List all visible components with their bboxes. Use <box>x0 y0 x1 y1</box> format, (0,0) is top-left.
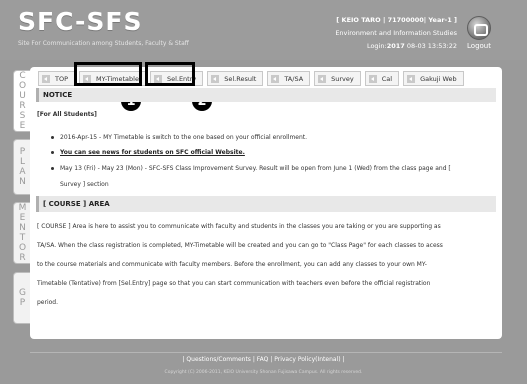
tab-letter: N <box>19 223 26 233</box>
highlight-my-timetable <box>74 62 142 86</box>
course-line: period. <box>37 299 59 306</box>
tab-letter: O <box>18 81 27 91</box>
highlight-sel-entry <box>145 62 195 86</box>
back-arrow-icon <box>407 74 416 83</box>
course-line: to the course materials and communicate … <box>37 261 427 268</box>
nav-label: Gakuji Web <box>420 74 457 83</box>
for-all-students-label: [For All Students] <box>37 111 97 118</box>
header: SFC-SFS Site For Communication among Stu… <box>0 0 527 60</box>
nav-label: Survey <box>331 74 354 83</box>
tab-letter: E <box>19 213 26 223</box>
tab-letter: S <box>19 111 26 121</box>
login-time: Login:2017 08-03 13:53:22 <box>366 42 457 50</box>
course-line: TA/SA. When the class registration is co… <box>37 242 443 249</box>
logout-label: Logout <box>467 42 491 50</box>
notice-item: May 13 (Fri) - May 23 (Mon) - SFC-SFS Cl… <box>51 163 500 190</box>
back-arrow-icon <box>211 74 220 83</box>
nav-top[interactable]: TOP <box>38 71 76 86</box>
footer-links[interactable]: | Questions/Comments | FAQ | Privacy Pol… <box>0 356 527 363</box>
course-line: Timetable (Tentative) from [Sel.Entry] p… <box>37 280 431 287</box>
tab-letter: U <box>19 91 26 101</box>
tab-letter: E <box>19 121 26 131</box>
tab-letter: O <box>18 243 27 253</box>
tab-letter: T <box>19 233 26 243</box>
nav-survey[interactable]: Survey <box>314 71 361 86</box>
nav-sel-result[interactable]: Sel.Result <box>207 71 264 86</box>
tab-letter: A <box>19 167 26 177</box>
footer-copyright: Copyright (C) 2006-2011, KEIO University… <box>164 370 363 375</box>
nav-gakuji-web[interactable]: Gakuji Web <box>403 71 464 86</box>
tab-letter: P <box>19 298 26 308</box>
site-subtitle: Site For Communication among Students, F… <box>18 40 189 47</box>
back-arrow-icon <box>318 74 327 83</box>
logout-icon <box>467 16 491 40</box>
tab-letter: N <box>19 177 26 187</box>
notice-item: 2016-Apr-15 - MY Timetable is switch to … <box>50 134 308 141</box>
side-tab-plan[interactable]: P L A N <box>13 139 31 195</box>
main-panel: TOP MY-Timetable Sel.Entry Sel.Result TA… <box>30 62 502 339</box>
side-tab-gp[interactable]: G P <box>13 272 31 324</box>
official-website-link[interactable]: You can see news for students on SFC off… <box>60 149 245 156</box>
side-tab-course[interactable]: C O U R S E <box>13 70 31 132</box>
nav-label: TA/SA <box>284 74 304 83</box>
notice-line: Survey ] section <box>60 181 109 188</box>
user-info: [ KEIO TARO | 71700000| Year-1 ] Environ… <box>257 14 457 53</box>
notice-heading: NOTICE <box>36 88 496 102</box>
back-arrow-icon <box>271 74 280 83</box>
nav-label: Cal <box>381 74 393 83</box>
course-line: [ COURSE ] Area is here to assist you to… <box>37 223 441 230</box>
course-area-heading: [ COURSE ] AREA <box>36 196 496 212</box>
nav-ta-sa[interactable]: TA/SA <box>267 71 311 86</box>
user-line: [ KEIO TARO | 71700000| Year-1 ] <box>336 16 457 24</box>
notice-line: May 13 (Fri) - May 23 (Mon) - SFC-SFS Cl… <box>60 165 451 172</box>
department-line: Environment and Information Studies <box>335 29 457 37</box>
back-arrow-icon <box>42 74 50 83</box>
back-arrow-icon <box>368 74 377 83</box>
side-tab-mentor[interactable]: M E N T O R <box>13 202 31 264</box>
tab-letter: C <box>19 71 26 81</box>
nav-cal[interactable]: Cal <box>364 71 400 86</box>
tab-letter: L <box>19 157 25 167</box>
tab-letter: M <box>18 203 27 213</box>
notice-item: You can see news for students on SFC off… <box>51 147 245 158</box>
nav-label: TOP <box>55 74 69 83</box>
site-logo[interactable]: SFC-SFS <box>18 7 142 36</box>
nav-label: Sel.Result <box>224 74 257 83</box>
tab-letter: P <box>19 147 26 157</box>
tab-letter: R <box>19 101 26 111</box>
footer-divider <box>30 352 502 353</box>
course-description: [ COURSE ] Area is here to assist you to… <box>37 217 497 312</box>
tab-letter: G <box>19 288 26 298</box>
logout-button[interactable]: Logout <box>461 16 497 56</box>
tab-letter: R <box>19 253 26 263</box>
